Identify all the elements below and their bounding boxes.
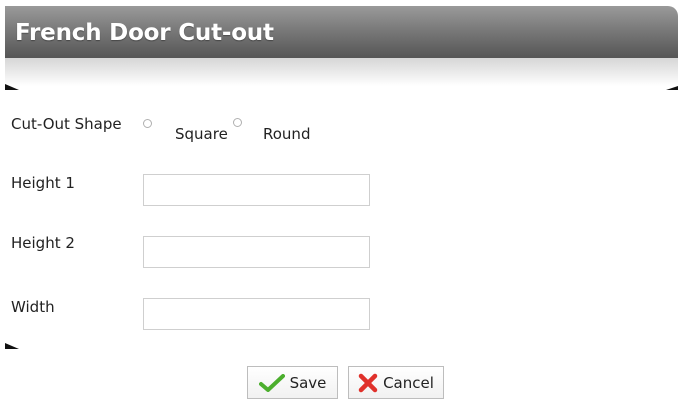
radio-square[interactable] (143, 119, 152, 128)
save-button[interactable]: Save (247, 366, 338, 399)
height2-input[interactable] (143, 236, 370, 268)
french-door-cutout-dialog: French Door Cut-out Cut-Out Shape Square… (0, 0, 678, 401)
width-input[interactable] (143, 298, 370, 330)
title-bar: French Door Cut-out (5, 6, 678, 58)
corner-marker-top-left (5, 84, 19, 90)
title-bar-shadow (5, 58, 678, 86)
corner-marker-top-right (666, 86, 678, 90)
cancel-button[interactable]: Cancel (348, 366, 444, 399)
corner-marker-bottom-left (5, 343, 19, 349)
dialog-title: French Door Cut-out (15, 20, 274, 46)
height1-input[interactable] (143, 174, 370, 206)
height2-label: Height 2 (11, 234, 75, 252)
save-label: Save (289, 373, 327, 392)
checkmark-icon (258, 373, 285, 392)
x-icon (358, 373, 378, 393)
radio-round[interactable] (233, 118, 242, 127)
cancel-label: Cancel (383, 373, 434, 392)
radio-square-label[interactable]: Square (175, 125, 228, 143)
height1-label: Height 1 (11, 174, 75, 192)
cutout-shape-label: Cut-Out Shape (11, 115, 122, 133)
width-label: Width (11, 298, 55, 316)
radio-round-label[interactable]: Round (263, 125, 310, 143)
